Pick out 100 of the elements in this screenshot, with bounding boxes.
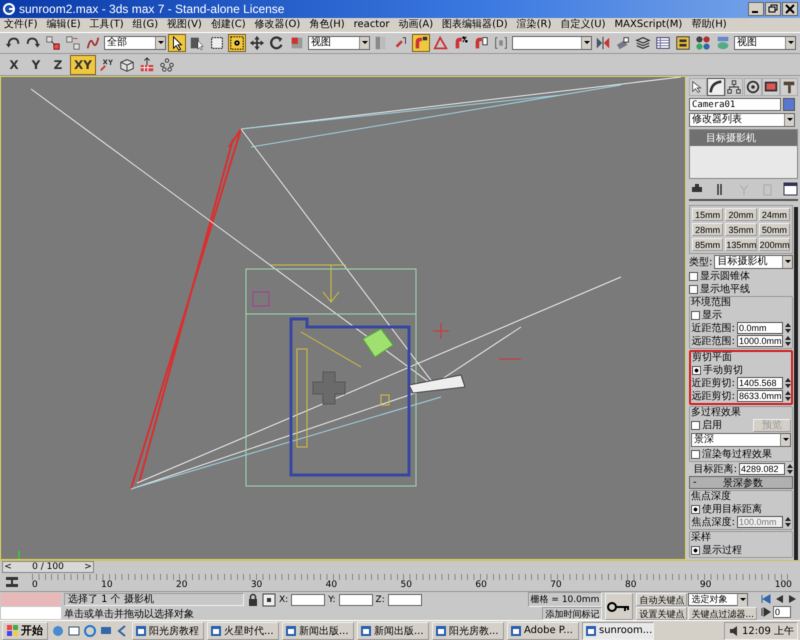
- spinner-arrows-icon[interactable]: [785, 390, 791, 402]
- track-bar-icon[interactable]: [4, 575, 20, 589]
- menu-item[interactable]: 角色(H): [309, 19, 345, 31]
- key-button[interactable]: [605, 593, 634, 620]
- speaker-icon[interactable]: [728, 624, 740, 636]
- lens-button[interactable]: 135mm: [725, 238, 757, 251]
- pointer-icon[interactable]: [689, 78, 707, 96]
- dropdown[interactable]: [512, 36, 592, 50]
- current-frame-field[interactable]: 0: [773, 606, 791, 618]
- taskbar-button[interactable]: 阳光房教程: [132, 622, 204, 640]
- curve-icon[interactable]: [707, 78, 726, 96]
- cursor-icon[interactable]: [168, 34, 186, 52]
- link-icon[interactable]: [44, 34, 62, 52]
- lens-button[interactable]: 50mm: [758, 223, 790, 236]
- auto-key-button[interactable]: 自动关键点: [636, 593, 688, 606]
- absolute-mode-icon[interactable]: [262, 592, 276, 606]
- spinner-arrows-icon[interactable]: [785, 335, 791, 347]
- dots-ring-icon[interactable]: [158, 56, 176, 74]
- menu-item[interactable]: 帮助(H): [691, 19, 727, 31]
- checkbox[interactable]: 显示地平线: [689, 284, 750, 294]
- hierarchy-icon[interactable]: [725, 78, 744, 96]
- taskbar-button[interactable]: 阳光房教...: [432, 622, 504, 640]
- move-icon[interactable]: [248, 34, 266, 52]
- number-field[interactable]: 8633.0mm: [737, 390, 783, 402]
- taskbar-button[interactable]: Adobe P...: [507, 622, 579, 640]
- spheres-icon[interactable]: [694, 34, 712, 52]
- number-field[interactable]: 1000.0mm: [737, 335, 783, 347]
- mirror-icon[interactable]: [594, 34, 612, 52]
- spinner-arrows-icon[interactable]: [785, 377, 791, 389]
- menu-item[interactable]: 图表编辑器(D): [442, 19, 508, 31]
- menu-item[interactable]: 组(G): [132, 19, 158, 31]
- set-key-button[interactable]: 设置关键点: [636, 607, 688, 620]
- dropdown[interactable]: 视图: [308, 36, 370, 50]
- unlink-icon[interactable]: [64, 34, 82, 52]
- menu-item[interactable]: reactor: [354, 19, 390, 31]
- key-mode-dropdown[interactable]: 选定对象: [688, 593, 748, 606]
- rollout-header[interactable]: - 景深参数: [689, 476, 793, 489]
- time-tag-button[interactable]: 添加时间标记: [542, 607, 602, 620]
- dashed-rectangle-icon[interactable]: [208, 34, 226, 52]
- axis-button[interactable]: Y: [26, 54, 46, 74]
- spinner-arrows-icon[interactable]: [785, 516, 791, 528]
- menu-item[interactable]: 工具(T): [90, 19, 124, 31]
- lens-button[interactable]: 28mm: [692, 223, 724, 236]
- axis-button[interactable]: XY: [70, 54, 96, 74]
- minimize-icon[interactable]: [748, 2, 764, 16]
- lens-button[interactable]: 200mm: [758, 238, 790, 251]
- modifier-list-dropdown[interactable]: 修改器列表: [689, 113, 795, 127]
- time-slider-thumb[interactable]: < 0 / 100 >: [2, 561, 94, 573]
- object-name-field[interactable]: Camera01: [689, 98, 781, 111]
- go-to-start-icon[interactable]: [760, 593, 772, 605]
- restore-icon[interactable]: [765, 2, 781, 16]
- dropdown[interactable]: 全部: [104, 36, 166, 50]
- checkbox[interactable]: 渲染每过程效果: [691, 448, 772, 460]
- curve-editor-icon[interactable]: [654, 34, 672, 52]
- number-field[interactable]: 1405.568: [737, 377, 783, 389]
- maxscript-field[interactable]: [1, 606, 61, 619]
- menu-item[interactable]: 文件(F): [4, 19, 38, 31]
- collapse-sign[interactable]: -: [693, 477, 697, 488]
- lens-button[interactable]: 85mm: [692, 238, 724, 251]
- dropdown[interactable]: 视图: [734, 36, 796, 50]
- start-button[interactable]: 开始: [2, 622, 48, 640]
- menu-item[interactable]: 修改器(O): [254, 19, 300, 31]
- schematic-icon[interactable]: [674, 34, 692, 52]
- dropdown[interactable]: 目标摄影机: [714, 255, 793, 269]
- stack-item[interactable]: 目标摄影机: [690, 130, 797, 146]
- menu-item[interactable]: 动画(A): [398, 19, 434, 31]
- checkbox[interactable]: 显示过程: [691, 544, 742, 556]
- checkbox[interactable]: 显示圆锥体: [689, 270, 750, 282]
- checkbox[interactable]: 使用目标距离: [691, 504, 762, 514]
- checkbox[interactable]: 显示: [691, 310, 722, 320]
- menu-item[interactable]: MAXScript(M): [614, 19, 682, 31]
- menu-item[interactable]: 视图(V): [167, 19, 202, 31]
- menu-item[interactable]: 创建(C): [210, 19, 246, 31]
- key-filters-button[interactable]: 关键点过滤器...: [688, 607, 757, 620]
- brackets-icon[interactable]: [492, 34, 510, 52]
- color-swatch[interactable]: [783, 98, 795, 111]
- coordinate-field[interactable]: [291, 594, 326, 606]
- lens-button[interactable]: 24mm: [758, 208, 790, 221]
- align-icon[interactable]: [614, 34, 632, 52]
- checkbox[interactable]: 手动剪切: [692, 364, 743, 376]
- lens-button[interactable]: 20mm: [725, 208, 757, 221]
- monitor-icon[interactable]: [762, 78, 780, 96]
- layers-icon[interactable]: [634, 34, 652, 52]
- menu-item[interactable]: 自定义(U): [560, 19, 606, 31]
- play-icon[interactable]: [786, 593, 798, 605]
- lens-button[interactable]: 15mm: [692, 208, 724, 221]
- number-field[interactable]: 0.0mm: [737, 322, 783, 334]
- dropdown[interactable]: 景深: [691, 433, 791, 447]
- axis-button[interactable]: X: [4, 54, 24, 74]
- menu-item[interactable]: 渲染(R): [516, 19, 552, 31]
- previous-frame-button[interactable]: <: [3, 562, 13, 572]
- configure-icon[interactable]: [782, 181, 798, 197]
- number-field[interactable]: 4289.082: [739, 463, 785, 475]
- lens-button[interactable]: 35mm: [725, 223, 757, 236]
- lock-icon[interactable]: [247, 592, 259, 606]
- key-mode-toggle-icon[interactable]: [760, 606, 772, 618]
- coordinate-field[interactable]: [338, 594, 373, 606]
- crossing-select-icon[interactable]: [228, 34, 246, 52]
- menu-item[interactable]: 编辑(E): [46, 19, 81, 31]
- spinner-arrows-icon[interactable]: [785, 322, 791, 334]
